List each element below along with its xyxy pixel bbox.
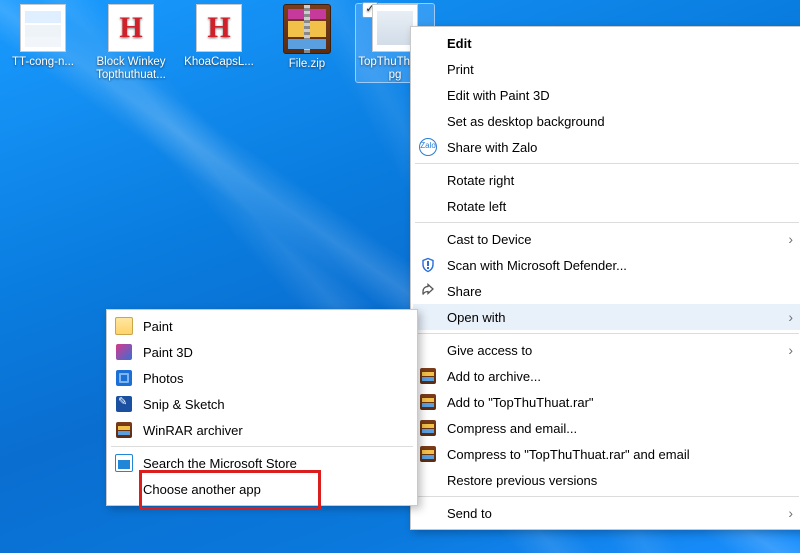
paint-icon xyxy=(115,317,133,335)
context-menu-item-label: Print xyxy=(447,62,474,77)
rar-icon xyxy=(419,367,437,385)
context-menu-item-add-to-archive[interactable]: Add to archive... xyxy=(413,363,800,389)
context-menu-item-label: Give access to xyxy=(447,343,532,358)
open-with-item-paint-3d[interactable]: Paint 3D xyxy=(109,339,415,365)
context-menu-item-label: Cast to Device xyxy=(447,232,532,247)
chevron-right-icon: › xyxy=(788,309,793,325)
context-menu-separator xyxy=(415,222,799,223)
context-menu-separator xyxy=(415,163,799,164)
rar-icon xyxy=(419,419,437,437)
context-menu-item-label: Share xyxy=(447,284,482,299)
desktop-icon-3[interactable]: File.zip xyxy=(268,4,346,82)
open-with-item-label: Photos xyxy=(143,371,183,386)
chevron-right-icon: › xyxy=(788,231,793,247)
context-menu-item-label: Open with xyxy=(447,310,506,325)
context-menu-item-label: Add to archive... xyxy=(447,369,541,384)
open-with-item-label: Snip & Sketch xyxy=(143,397,225,412)
rar-icon xyxy=(115,421,133,439)
shield-icon xyxy=(419,256,437,274)
open-with-item-label: Paint xyxy=(143,319,173,334)
file-thumb-icon xyxy=(20,4,66,52)
open-with-submenu: Paint Paint 3D Photos Snip & Sketch WinRAR a… xyxy=(106,309,418,506)
context-menu-item-restore-previous-versions[interactable]: Restore previous versions xyxy=(413,467,800,493)
file-thumb-icon: H xyxy=(196,4,242,52)
context-menu-separator xyxy=(415,496,799,497)
photos-icon xyxy=(115,369,133,387)
context-menu-item-share-with-zalo[interactable]: Zalo Share with Zalo xyxy=(413,134,800,160)
context-menu: Edit Print Edit with Paint 3D Set as deskto… xyxy=(410,26,800,530)
context-menu-item-edit[interactable]: Edit xyxy=(413,30,800,56)
context-menu-item-set-as-desktop-background[interactable]: Set as desktop background xyxy=(413,108,800,134)
context-menu-item-label: Restore previous versions xyxy=(447,473,597,488)
desktop-icon-label: KhoaCapsL... xyxy=(180,56,258,69)
open-with-item-snip-sketch[interactable]: Snip & Sketch xyxy=(109,391,415,417)
context-menu-item-compress-and-email[interactable]: Compress and email... xyxy=(413,415,800,441)
open-with-item-label: Search the Microsoft Store xyxy=(143,456,297,471)
rar-icon xyxy=(419,393,437,411)
rar-icon xyxy=(419,445,437,463)
open-with-item-label: WinRAR archiver xyxy=(143,423,243,438)
context-menu-item-label: Scan with Microsoft Defender... xyxy=(447,258,627,273)
context-menu-item-compress-to-topthuthuat-rar-and-email[interactable]: Compress to "TopThuThuat.rar" and email xyxy=(413,441,800,467)
open-with-item-choose-another-app[interactable]: Choose another app xyxy=(109,476,415,502)
context-menu-item-rotate-left[interactable]: Rotate left xyxy=(413,193,800,219)
context-menu-item-label: Set as desktop background xyxy=(447,114,605,129)
context-menu-item-rotate-right[interactable]: Rotate right xyxy=(413,167,800,193)
desktop-icon-0[interactable]: TT-cong-n... xyxy=(4,4,82,82)
context-menu-item-label: Add to "TopThuThuat.rar" xyxy=(447,395,594,410)
snip-icon xyxy=(115,395,133,413)
store-icon xyxy=(115,454,133,472)
desktop-icon-label: TT-cong-n... xyxy=(4,56,82,69)
shareA-icon xyxy=(419,282,437,300)
open-with-item-paint[interactable]: Paint xyxy=(109,313,415,339)
file-thumb-icon xyxy=(283,4,331,54)
paint3d-icon xyxy=(115,343,133,361)
context-menu-item-share[interactable]: Share xyxy=(413,278,800,304)
context-menu-item-label: Share with Zalo xyxy=(447,140,537,155)
context-menu-item-open-with[interactable]: Open with › xyxy=(413,304,800,330)
context-menu-item-label: Compress to "TopThuThuat.rar" and email xyxy=(447,447,690,462)
context-menu-item-give-access-to[interactable]: Give access to › xyxy=(413,337,800,363)
context-menu-item-label: Compress and email... xyxy=(447,421,577,436)
context-menu-item-label: Edit xyxy=(447,36,472,51)
chevron-right-icon: › xyxy=(788,342,793,358)
context-menu-item-cast-to-device[interactable]: Cast to Device › xyxy=(413,226,800,252)
desktop-icon-1[interactable]: H Block Winkey Topthuthuat... xyxy=(92,4,170,82)
context-menu-item-label: Edit with Paint 3D xyxy=(447,88,550,103)
chevron-right-icon: › xyxy=(788,505,793,521)
open-with-item-label: Paint 3D xyxy=(143,345,193,360)
open-with-item-photos[interactable]: Photos xyxy=(109,365,415,391)
desktop-icons: TT-cong-n... H Block Winkey Topthuthuat...… xyxy=(0,2,438,84)
desktop-icon-label: Block Winkey Topthuthuat... xyxy=(92,56,170,82)
context-menu-item-label: Send to xyxy=(447,506,492,521)
context-menu-item-scan-with-microsoft-defender[interactable]: Scan with Microsoft Defender... xyxy=(413,252,800,278)
open-with-item-search-the-microsoft-store[interactable]: Search the Microsoft Store xyxy=(109,450,415,476)
context-menu-item-label: Rotate left xyxy=(447,199,506,214)
desktop-icon-2[interactable]: H KhoaCapsL... xyxy=(180,4,258,82)
context-menu-item-add-to-topthuthuat-rar[interactable]: Add to "TopThuThuat.rar" xyxy=(413,389,800,415)
context-menu-separator xyxy=(415,333,799,334)
context-menu-item-print[interactable]: Print xyxy=(413,56,800,82)
desktop-icon-label: File.zip xyxy=(268,58,346,71)
file-thumb-icon: H xyxy=(108,4,154,52)
open-with-item-label: Choose another app xyxy=(143,482,261,497)
open-with-item-winrar-archiver[interactable]: WinRAR archiver xyxy=(109,417,415,443)
open-with-separator xyxy=(111,446,413,447)
context-menu-item-send-to[interactable]: Send to › xyxy=(413,500,800,526)
context-menu-item-label: Rotate right xyxy=(447,173,514,188)
context-menu-item-edit-with-paint-3d[interactable]: Edit with Paint 3D xyxy=(413,82,800,108)
zalo-icon: Zalo xyxy=(419,138,437,156)
